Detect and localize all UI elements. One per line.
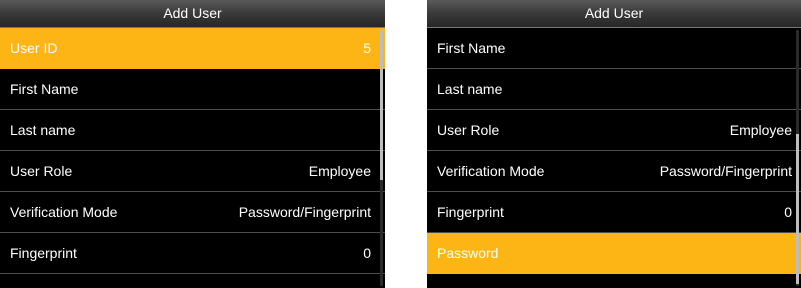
row-label: Fingerprint (437, 204, 504, 220)
row-label: Last name (437, 81, 503, 97)
scrollbar-thumb[interactable] (380, 30, 383, 180)
user-field-list: User ID 5 First Name Last name User Role… (0, 28, 385, 274)
verification-mode-row[interactable]: Verification Mode Password/Fingerprint (427, 151, 801, 192)
user-id-row[interactable]: User ID 5 (0, 28, 385, 69)
first-name-row[interactable]: First Name (0, 69, 385, 110)
scrollbar[interactable] (380, 30, 383, 286)
fingerprint-row[interactable]: Fingerprint 0 (0, 233, 385, 274)
row-label: User Role (437, 122, 500, 138)
row-label: Password (437, 245, 499, 261)
user-role-row[interactable]: User Role Employee (427, 110, 801, 151)
row-value: 0 (784, 204, 792, 220)
row-value: Password/Fingerprint (659, 163, 792, 179)
add-user-screen-right: Add User First Name Last name User Role … (427, 0, 801, 288)
row-label: Last name (10, 122, 76, 138)
password-row[interactable]: Password (427, 233, 801, 274)
user-field-list: First Name Last name User Role Employee … (427, 28, 801, 274)
row-label: First Name (10, 81, 79, 97)
row-value: Employee (729, 122, 792, 138)
verification-mode-row[interactable]: Verification Mode Password/Fingerprint (0, 192, 385, 233)
row-label: User ID (10, 40, 58, 56)
row-value: Password/Fingerprint (238, 204, 371, 220)
add-user-screen-left: Add User User ID 5 First Name Last name … (0, 0, 385, 288)
row-label: User Role (10, 163, 73, 179)
fingerprint-row[interactable]: Fingerprint 0 (427, 192, 801, 233)
row-label: Verification Mode (437, 163, 545, 179)
row-label: Verification Mode (10, 204, 118, 220)
screen-title: Add User (0, 0, 385, 28)
first-name-row[interactable]: First Name (427, 28, 801, 69)
row-value: 0 (363, 245, 371, 261)
row-label: Fingerprint (10, 245, 77, 261)
scrollbar-thumb[interactable] (796, 134, 799, 284)
row-label: First Name (437, 40, 506, 56)
user-role-row[interactable]: User Role Employee (0, 151, 385, 192)
row-value: Employee (308, 163, 371, 179)
row-value: 5 (363, 40, 371, 56)
screen-title: Add User (427, 0, 801, 28)
scrollbar[interactable] (796, 30, 799, 286)
last-name-row[interactable]: Last name (427, 69, 801, 110)
last-name-row[interactable]: Last name (0, 110, 385, 151)
